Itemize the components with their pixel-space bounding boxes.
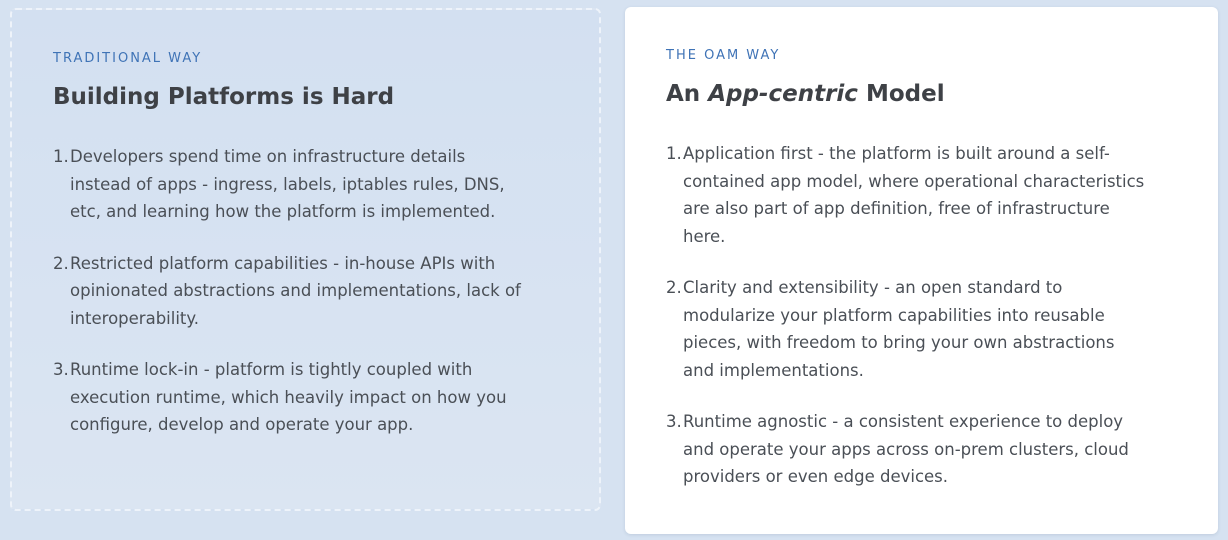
oam-way-list: 1. Application first - the platform is b… xyxy=(666,140,1178,491)
oam-way-heading-prefix: An xyxy=(666,81,709,107)
list-item-text: Runtime agnostic - a consistent experien… xyxy=(683,412,1129,486)
list-item-number: 1. xyxy=(53,147,69,166)
oam-way-eyebrow: THE OAM WAY xyxy=(666,48,781,63)
list-item-number: 3. xyxy=(53,360,69,379)
list-item-number: 2. xyxy=(53,253,69,273)
list-item: 2. Clarity and extensibility - an open s… xyxy=(666,274,1178,384)
traditional-way-heading: Building Platforms is Hard xyxy=(53,84,395,110)
list-item-text: Application first - the platform is buil… xyxy=(683,144,1145,246)
oam-way-heading: An App-centric Model xyxy=(666,79,1178,109)
list-item-number: 3. xyxy=(666,412,682,431)
oam-way-heading-emphasis: App-centric xyxy=(708,81,858,107)
list-item: 1. Developers spend time on infrastructu… xyxy=(53,143,559,226)
list-item-text: Runtime lock-in - platform is tightly co… xyxy=(70,360,507,434)
list-item: 3. Runtime agnostic - a consistent exper… xyxy=(666,408,1178,491)
oam-way-heading-suffix: Model xyxy=(857,81,945,107)
traditional-way-list: 1. Developers spend time on infrastructu… xyxy=(53,143,559,439)
list-item-text: Restricted platform capabilities - in-ho… xyxy=(70,253,521,328)
list-item: 2. Restricted platform capabilities - in… xyxy=(53,250,559,333)
traditional-way-card: TRADITIONAL WAY Building Platforms is Ha… xyxy=(10,8,601,511)
list-item-text: Developers spend time on infrastructure … xyxy=(70,147,505,221)
list-item-number: 1. xyxy=(666,144,682,163)
list-item: 1. Application first - the platform is b… xyxy=(666,140,1178,250)
list-item-number: 2. xyxy=(666,278,682,297)
list-item-text: Clarity and extensibility - an open stan… xyxy=(683,278,1115,380)
traditional-way-eyebrow: TRADITIONAL WAY xyxy=(53,51,203,66)
list-item: 3. Runtime lock-in - platform is tightly… xyxy=(53,356,559,439)
oam-way-card: THE OAM WAY An App-centric Model 1. Appl… xyxy=(625,7,1218,534)
